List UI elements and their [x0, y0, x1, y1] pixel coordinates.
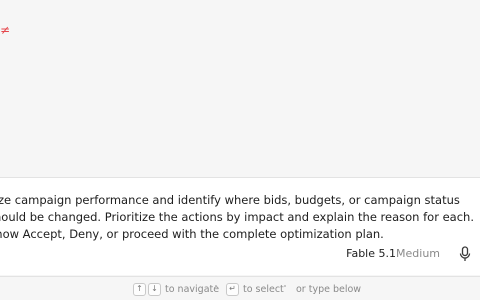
model-selector[interactable]: Fable 5.1 Medium [280, 246, 480, 263]
edge-marker-icon: ≠ [0, 23, 11, 37]
prompt-text[interactable]: lyze campaign performance and identify w… [0, 192, 478, 243]
keyboard-hints: ↑ ↓ to navigate ↵ to select or type belo… [0, 277, 480, 300]
arrow-up-icon: ↑ [133, 282, 146, 296]
model-name[interactable]: Fable 5.1 [346, 247, 396, 260]
separator-dot [284, 285, 286, 287]
prompt-composer[interactable]: lyze campaign performance and identify w… [0, 178, 480, 275]
conversation-area: ≠ [0, 0, 480, 176]
separator-dot [215, 285, 217, 287]
effort-level[interactable]: Medium [396, 247, 440, 260]
select-hint-label: to select [243, 283, 284, 295]
select-hint: ↵ to select [226, 282, 284, 296]
enter-icon: ↵ [226, 282, 239, 296]
type-below-label: or type below [296, 283, 362, 295]
navigate-hint: ↑ ↓ to navigate [133, 282, 219, 296]
microphone-icon[interactable] [458, 246, 472, 262]
arrow-down-icon: ↓ [148, 282, 161, 296]
type-below-hint: or type below [294, 282, 361, 296]
navigate-hint-label: to navigate [165, 283, 220, 295]
